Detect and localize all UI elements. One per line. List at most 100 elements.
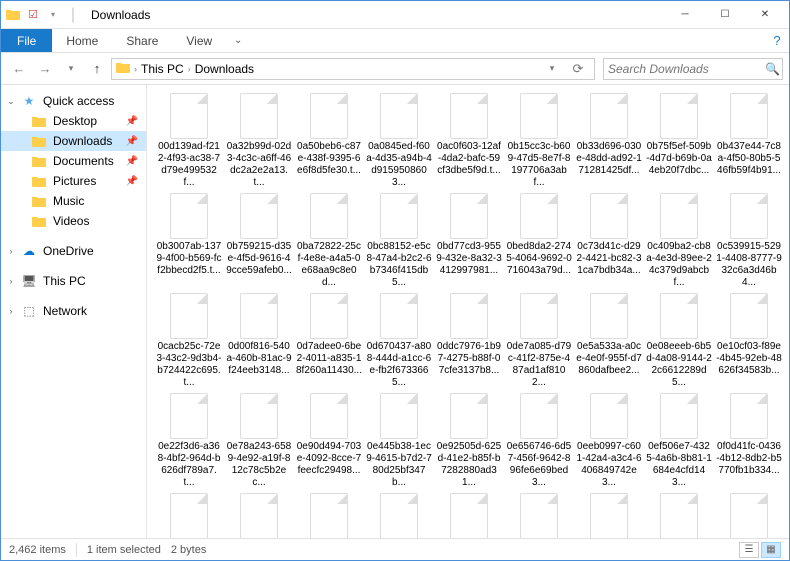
file-item[interactable]: 0ac0f603-12af-4da2-bafc-59cf3dbe5f9d.t..… <box>435 91 503 189</box>
sidebar-item-pictures[interactable]: Pictures📌 <box>1 171 146 191</box>
file-icon <box>660 293 698 339</box>
sidebar-onedrive[interactable]: › ☁ OneDrive <box>1 241 146 261</box>
search-input[interactable] <box>608 62 765 76</box>
refresh-icon[interactable]: ⟳ <box>566 57 590 81</box>
file-item[interactable]: 0f46a7dc-572b-442d-a849-2a100f06f5eb... <box>295 491 363 538</box>
qat-props-icon[interactable]: ☑ <box>25 7 41 23</box>
file-item[interactable]: 0e10cf03-f89e-4b45-92eb-48626f34583b... <box>715 291 783 389</box>
file-item[interactable]: 00d139ad-f212-4f93-ac38-7d79e499532f... <box>155 91 223 189</box>
file-item[interactable]: 0b3007ab-1379-4f00-b569-fcf2bbecd2f5.t..… <box>155 191 223 289</box>
ribbon-file-tab[interactable]: File <box>1 29 52 52</box>
file-item[interactable]: 0e90d494-703e-4092-8cce-7feecfc29498... <box>295 391 363 489</box>
file-item[interactable]: 0c409ba2-cb8a-4e3d-89ee-24c379d9abcbf... <box>645 191 713 289</box>
status-size: 2 bytes <box>171 544 206 556</box>
file-item[interactable]: 0e78a243-6589-4e92-a19f-812c78c5b2ec... <box>225 391 293 489</box>
caret-right-icon[interactable]: › <box>7 246 15 256</box>
sidebar-item-downloads[interactable]: Downloads📌 <box>1 131 146 151</box>
chevron-right-icon[interactable]: › <box>188 64 191 74</box>
sidebar-this-pc[interactable]: › 🖥 This PC <box>1 271 146 291</box>
file-name: 0e445b38-1ec9-4615-b7d2-780d25bf347b... <box>366 441 432 489</box>
address-bar[interactable]: › This PC › Downloads ▾ ⟳ <box>111 58 595 80</box>
chevron-right-icon[interactable]: › <box>134 64 137 74</box>
address-dropdown-icon[interactable]: ▾ <box>540 57 564 81</box>
sidebar-item-videos[interactable]: Videos <box>1 211 146 231</box>
file-item[interactable]: 0a50beb6-c87e-438f-9395-6e6f8d5fe30.t... <box>295 91 363 189</box>
file-name: 0ba72822-25cf-4e8e-a4a5-0e68aa9c8e0d... <box>296 241 362 289</box>
file-item[interactable]: 0f83a6e6-dd3b-46f9-945f-4803f51eafd1.tmp <box>365 491 433 538</box>
file-item[interactable]: 0c539915-5291-4408-8777-932c6a3d46b4... <box>715 191 783 289</box>
close-button[interactable]: ✕ <box>745 1 785 29</box>
caret-down-icon[interactable]: ⌄ <box>7 96 15 107</box>
file-item[interactable]: 0b33d696-030e-48dd-ad92-171281425df... <box>575 91 643 189</box>
file-item[interactable]: 0cacb25c-72e3-43c2-9d3b4-b724422c695.t..… <box>155 291 223 389</box>
minimize-button[interactable]: ─ <box>665 1 705 29</box>
file-item[interactable]: 0ba72822-25cf-4e8e-a4a5-0e68aa9c8e0d... <box>295 191 363 289</box>
file-item[interactable]: 0d00f816-540a-460b-81ac-9f24eeb3148... <box>225 291 293 389</box>
nav-up-button[interactable]: ↑ <box>85 57 109 81</box>
breadcrumb-downloads[interactable]: Downloads <box>195 62 254 76</box>
caret-right-icon[interactable]: › <box>7 306 15 316</box>
file-item[interactable]: 0ff84614-8567-4907-8933-79da04dcead... <box>645 491 713 538</box>
star-icon: ★ <box>21 94 37 108</box>
file-item[interactable]: 0d7adee0-6be2-4011-a835-18f260a11430... <box>295 291 363 389</box>
file-item[interactable]: 0ef506e7-4325-4a6b-8b81-1684e4cfd143... <box>645 391 713 489</box>
file-item[interactable]: 0e445b38-1ec9-4615-b7d2-780d25bf347b... <box>365 391 433 489</box>
file-item[interactable]: 0ddc7976-1b97-4275-b88f-07cfe3137b8... <box>435 291 503 389</box>
pin-icon: 📌 <box>126 136 142 147</box>
qat-dropdown-icon[interactable]: ▾ <box>45 7 61 23</box>
ribbon-tab-share[interactable]: Share <box>112 29 172 52</box>
file-item[interactable]: 0f631653-f4de-4788-86bc-48837cd747e2... <box>505 491 573 538</box>
file-item[interactable]: 0f0d41fc-0436-4b12-8db2-b5770fb1b334... <box>715 391 783 489</box>
file-item[interactable]: 0e5a533a-a0ce-4e0f-955f-d7860dafbee2... <box>575 291 643 389</box>
caret-right-icon[interactable]: › <box>7 276 15 286</box>
file-item[interactable]: 0a0845ed-f60a-4d35-a94b-4d9159508603... <box>365 91 433 189</box>
file-item[interactable]: 0d670437-a808-444d-a1cc-6e-fb2f6733665..… <box>365 291 433 389</box>
file-item[interactable]: 0e656746-6d57-456f-9642-896fe6e69bed3... <box>505 391 573 489</box>
file-item[interactable]: 01dad9d0-7ede-4f00-9e98-f03e438ea15b.t..… <box>715 491 783 538</box>
file-item[interactable]: 0fe04a3c-a8d5-40d4-8857-52dd760aaed2... <box>575 491 643 538</box>
maximize-button[interactable]: ☐ <box>705 1 745 29</box>
file-name: 0e656746-6d57-456f-9642-896fe6e69bed3... <box>506 441 572 489</box>
file-item[interactable]: 0c73d41c-d292-4421-bc82-31ca7bdb34a... <box>575 191 643 289</box>
file-list[interactable]: 00d139ad-f212-4f93-ac38-7d79e499532f...0… <box>147 85 789 538</box>
nav-recent-button[interactable]: ▾ <box>59 57 83 81</box>
file-item[interactable]: 0e92505d-625d-41e2-b85f-b7282880ad31... <box>435 391 503 489</box>
file-item[interactable]: 0eeb0997-c601-42a4-a3c4-6406849742e3... <box>575 391 643 489</box>
file-item[interactable]: 0a32b99d-02d3-4c3c-a6ff-46dc2a2e2a13.t..… <box>225 91 293 189</box>
nav-back-button[interactable]: ← <box>7 57 31 81</box>
file-item[interactable]: 0b75f5ef-509b-4d7d-b69b-0a4eb20f7dbc... <box>645 91 713 189</box>
file-name: 0e22f3d6-a368-4bf2-964d-b626df789a7.t... <box>156 441 222 489</box>
ribbon-expand-icon[interactable]: ⌄ <box>226 29 250 52</box>
file-item[interactable]: 0b437e44-7c8a-4f50-80b5-546fb59f4b91... <box>715 91 783 189</box>
search-icon[interactable]: 🔍 <box>765 62 780 76</box>
search-box[interactable]: 🔍 <box>603 58 783 80</box>
file-icon <box>240 393 278 439</box>
view-details-button[interactable]: ☰ <box>739 542 759 558</box>
sidebar-item-documents[interactable]: Documents📌 <box>1 151 146 171</box>
file-item[interactable]: 0e22f3d6-a368-4bf2-964d-b626df789a7.t... <box>155 391 223 489</box>
sidebar-quick-access[interactable]: ⌄ ★ Quick access <box>1 91 146 111</box>
file-item[interactable]: 0bc88152-e5c8-47a4-b2c2-6b7346f415db5... <box>365 191 433 289</box>
file-icon <box>310 393 348 439</box>
file-item[interactable]: 0f9b8584-1883-4425-8db6-a5aba228d3a7... <box>225 491 293 538</box>
file-item[interactable]: 0e08eeeb-6b5d-4a08-9144-22c6612289d5... <box>645 291 713 389</box>
file-item[interactable]: 0f8ffcfe-cd00-43bd-8308-bd6d0b23bce81... <box>155 491 223 538</box>
window-title: Downloads <box>91 8 150 22</box>
file-item[interactable]: 0de7a085-d79c-41f2-875e-487ad1af8102... <box>505 291 573 389</box>
view-icons-button[interactable]: ▦ <box>761 542 781 558</box>
file-name: 0d00f816-540a-460b-81ac-9f24eeb3148... <box>226 341 292 377</box>
file-item[interactable]: 0b15cc3c-b609-47d5-8e7f-8197706a3abf... <box>505 91 573 189</box>
sidebar-item-music[interactable]: Music <box>1 191 146 211</box>
file-item[interactable]: 0b759215-d35e-4f5d-9616-49cce59afeb0... <box>225 191 293 289</box>
sidebar-item-desktop[interactable]: Desktop📌 <box>1 111 146 131</box>
file-item[interactable]: 0bed8da2-2745-4064-9692-0716043a79d... <box>505 191 573 289</box>
breadcrumb-this-pc[interactable]: This PC <box>141 62 184 76</box>
sidebar-network[interactable]: › ⬚ Network <box>1 301 146 321</box>
file-item[interactable]: 0bd77cd3-9559-432e-8a32-3412997981... <box>435 191 503 289</box>
file-icon <box>380 193 418 239</box>
ribbon-tab-view[interactable]: View <box>172 29 226 52</box>
file-item[interactable]: 0f94f490-ee99-44e0-9477-eac8e8e458f8... <box>435 491 503 538</box>
help-icon[interactable]: ? <box>765 29 789 52</box>
nav-forward-button[interactable]: → <box>33 57 57 81</box>
ribbon-tab-home[interactable]: Home <box>52 29 112 52</box>
